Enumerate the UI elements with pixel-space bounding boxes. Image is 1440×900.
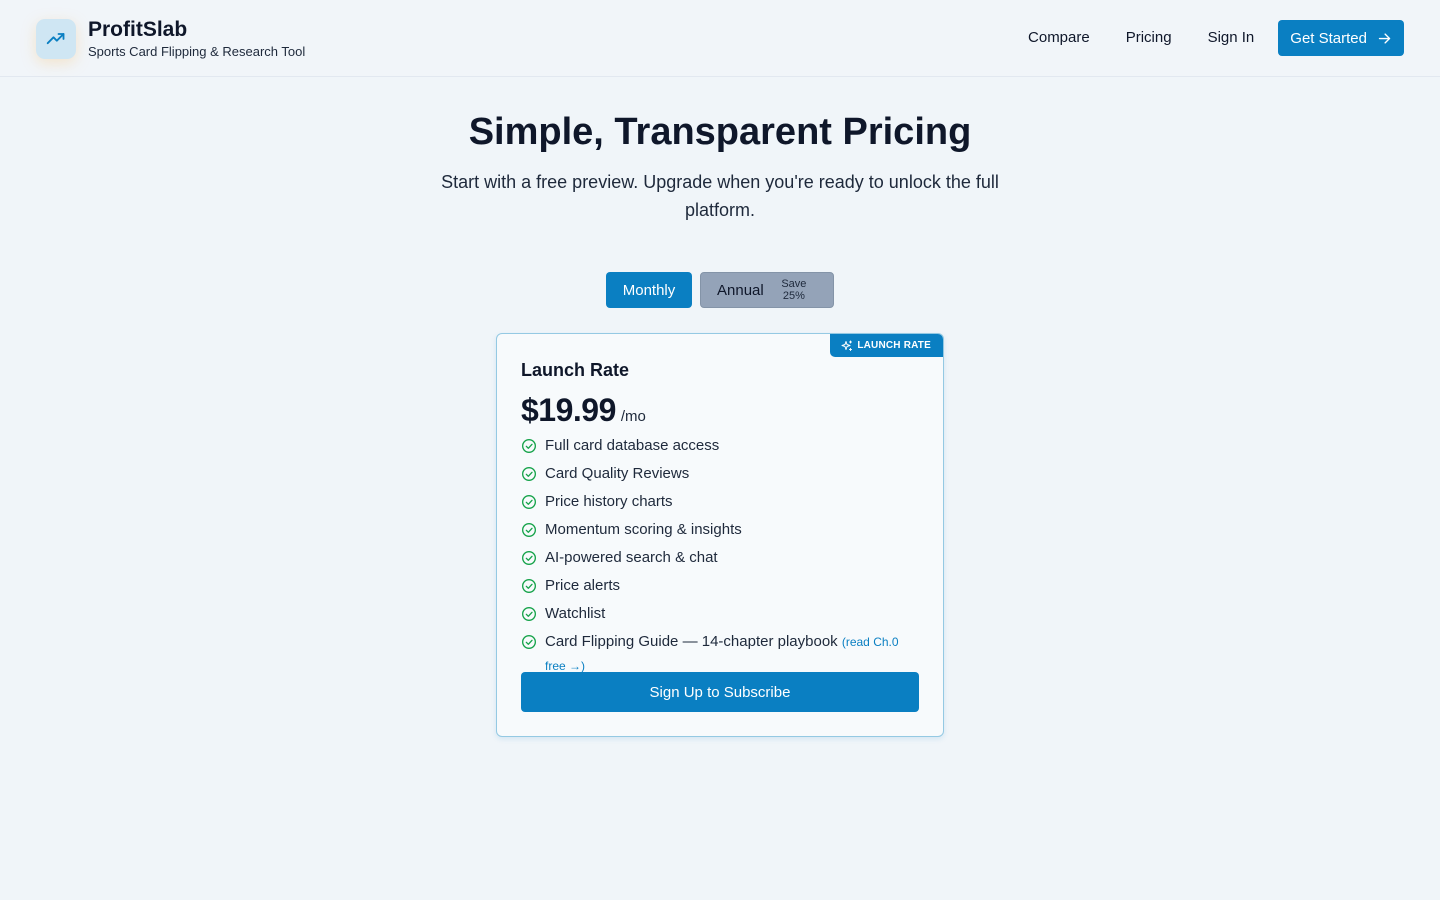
- plan-name: Launch Rate: [521, 360, 630, 380]
- nav-link-compare[interactable]: Compare: [1028, 20, 1090, 56]
- feature-text-guide: Card Flipping Guide — 14-chapter playboo…: [545, 630, 921, 678]
- list-item: Price alerts: [521, 574, 921, 602]
- price-row: $19.99 /mo: [521, 392, 646, 429]
- brand-tagline: Sports Card Flipping & Research Tool: [88, 44, 306, 59]
- feature-text: Watchlist: [545, 605, 606, 622]
- plan-price: $19.99: [521, 392, 616, 428]
- plan-period: /mo: [620, 408, 646, 425]
- list-item: Price history charts: [521, 490, 921, 518]
- annual-toggle-button[interactable]: Annual Save 25%: [700, 272, 834, 308]
- list-item: Full card database access: [521, 434, 921, 462]
- monthly-toggle-button[interactable]: Monthly: [606, 272, 692, 308]
- pricing-card: LAUNCH RATE Launch Rate $19.99 /mo Full …: [496, 333, 944, 737]
- feature-text: Momentum scoring & insights: [545, 521, 742, 538]
- check-circle-icon: [521, 466, 537, 482]
- list-item: AI-powered search & chat: [521, 546, 921, 574]
- sign-up-to-subscribe-button[interactable]: Sign Up to Subscribe: [521, 672, 919, 712]
- feature-text: Full card database access: [545, 437, 720, 454]
- page-title: Simple, Transparent Pricing: [468, 111, 972, 153]
- launch-rate-badge: LAUNCH RATE: [830, 334, 943, 357]
- billing-toggle: Monthly Annual Save 25%: [606, 272, 834, 308]
- check-circle-icon: [521, 550, 537, 566]
- sparkles-icon: [841, 340, 853, 352]
- feature-text: Price alerts: [545, 577, 621, 594]
- get-started-button[interactable]: Get Started: [1278, 20, 1404, 56]
- check-circle-icon: [521, 438, 537, 454]
- list-item: Card Quality Reviews: [521, 462, 921, 490]
- top-navigation-bar: ProfitSlab Sports Card Flipping & Resear…: [0, 0, 1440, 77]
- check-circle-icon: [521, 522, 537, 538]
- feature-text: Price history charts: [545, 493, 673, 510]
- feature-text: Card Quality Reviews: [545, 465, 690, 482]
- brand[interactable]: ProfitSlab Sports Card Flipping & Resear…: [36, 18, 305, 60]
- list-item: Watchlist: [521, 602, 921, 630]
- check-circle-icon: [521, 494, 537, 510]
- main-nav: Compare Pricing Sign In Get Started: [1028, 20, 1404, 56]
- nav-link-sign-in[interactable]: Sign In: [1208, 20, 1255, 56]
- annual-label: Annual: [717, 281, 764, 299]
- brand-name: ProfitSlab: [88, 18, 188, 41]
- check-circle-icon: [521, 578, 537, 594]
- badge-label: LAUNCH RATE: [857, 340, 931, 351]
- check-circle-icon: [521, 606, 537, 622]
- arrow-right-icon: [1377, 31, 1392, 46]
- page-subtitle: Start with a free preview. Upgrade when …: [441, 172, 999, 220]
- get-started-label: Get Started: [1290, 29, 1367, 47]
- list-item: Momentum scoring & insights: [521, 518, 921, 546]
- feature-list: Full card database access Card Quality R…: [521, 434, 921, 678]
- feature-text: AI-powered search & chat: [545, 549, 718, 566]
- guide-feature-label: Card Flipping Guide — 14-chapter playboo…: [545, 633, 838, 650]
- trending-up-icon: [36, 19, 76, 59]
- annual-save-note: Save 25%: [781, 278, 807, 302]
- nav-link-pricing[interactable]: Pricing: [1126, 20, 1172, 56]
- check-circle-icon: [521, 634, 537, 650]
- list-item: Card Flipping Guide — 14-chapter playboo…: [521, 630, 921, 678]
